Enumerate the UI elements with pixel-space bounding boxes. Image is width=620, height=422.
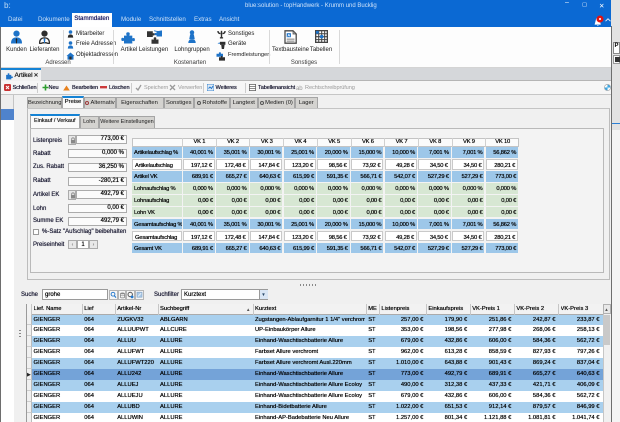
svg-text:ab: ab bbox=[296, 86, 303, 91]
svg-text:A: A bbox=[287, 32, 290, 37]
